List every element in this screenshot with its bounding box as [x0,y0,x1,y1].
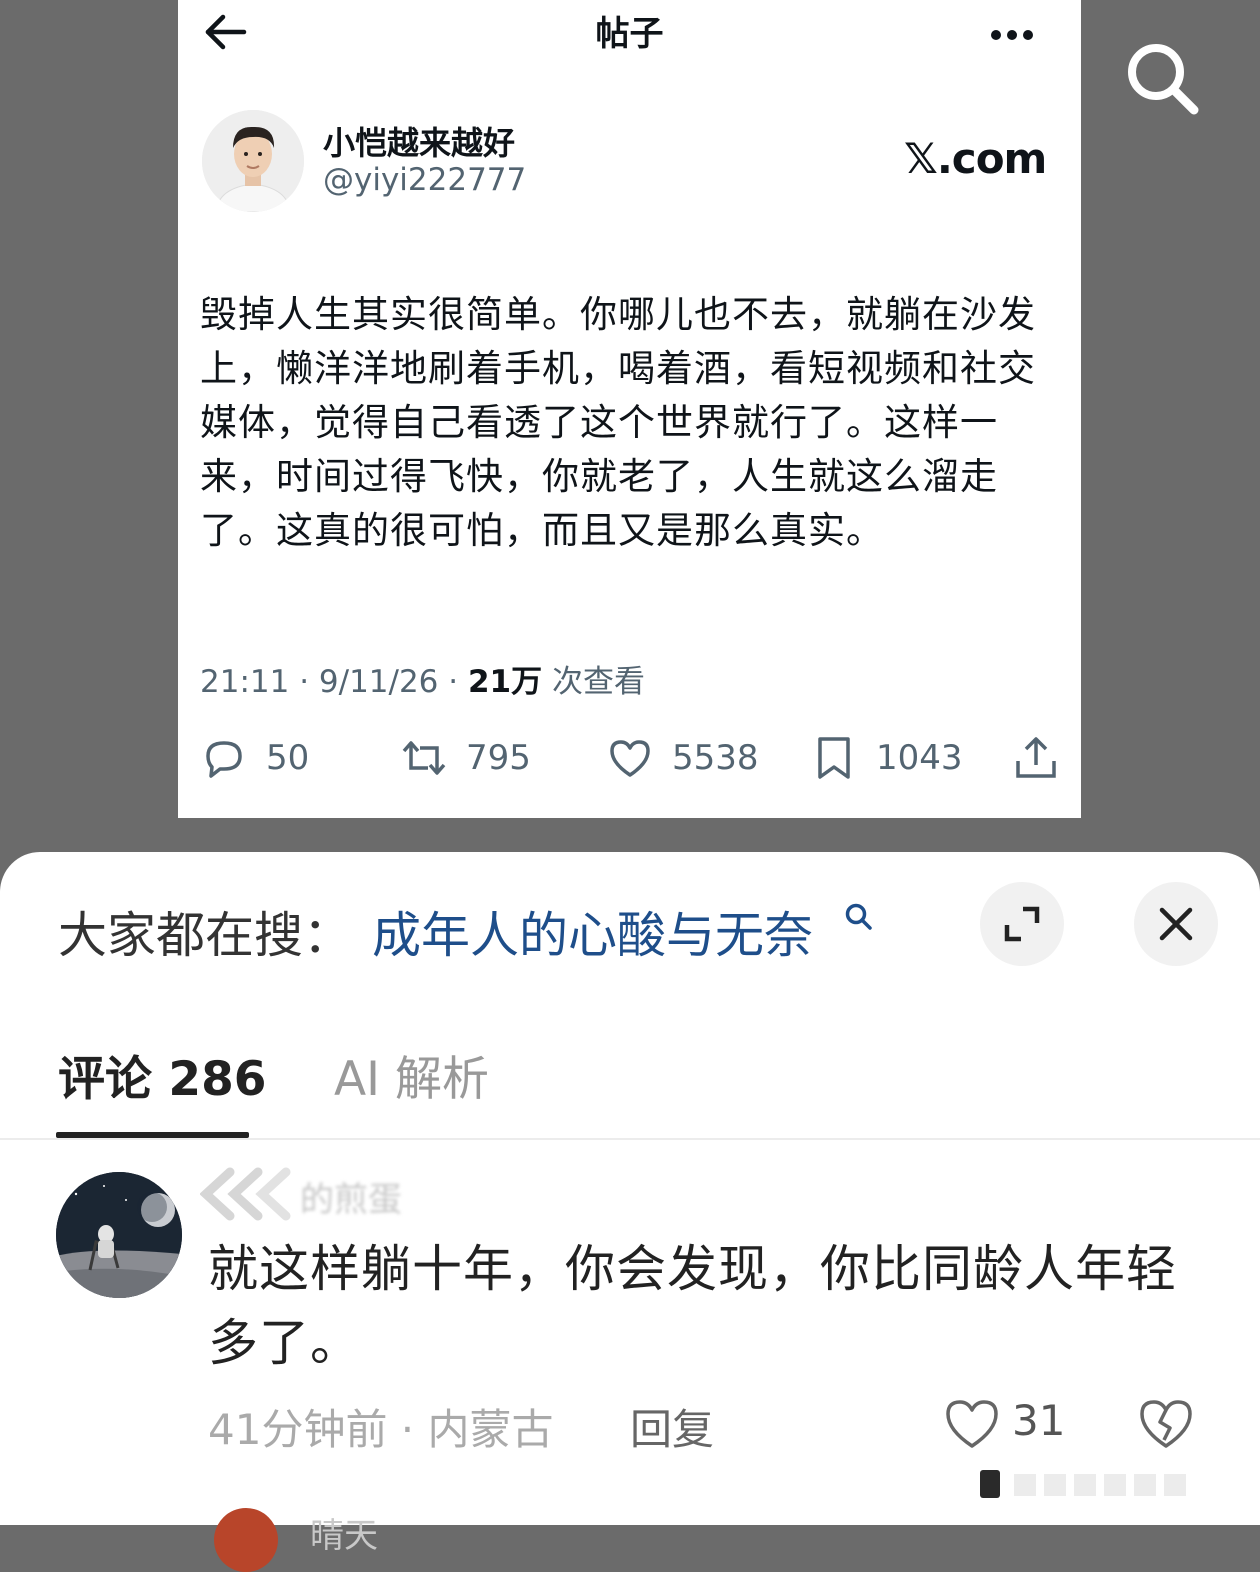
share-button[interactable] [1012,732,1078,784]
bookmark-button[interactable]: 1043 [810,732,963,784]
repost-count: 795 [466,738,531,778]
reply-icon [206,741,242,778]
repost-icon [402,741,446,775]
post-card: 帖子 小恺越来越好 @yiyi222777 𝕏.com 毁掉人生其实很简单。你哪… [178,0,1081,818]
hot-search-link[interactable]: 成年人的心酸与无奈 [372,896,813,967]
reply-button[interactable]: 50 [200,732,309,784]
close-button[interactable] [1134,882,1218,966]
bookmark-count: 1043 [876,738,963,778]
watermark [980,1468,1220,1502]
post-header-title: 帖子 [595,14,664,54]
tab-ai-analysis[interactable]: AI 解析 [334,1040,489,1109]
bookmark-icon [818,737,850,779]
broken-heart-icon[interactable] [1138,1396,1194,1452]
comments-sheet: 大家都在搜： 成年人的心酸与无奈 评论 286 AI 解析 的煎蛋 就这样躺十年… [0,852,1260,1572]
commenter-avatar[interactable] [56,1172,182,1298]
hot-search-label: 大家都在搜： [58,907,353,964]
search-icon[interactable] [1120,36,1204,120]
comment-meta: 41分钟前 · 内蒙古 [208,1405,554,1454]
commenter-name[interactable]: 的煎蛋 [300,1172,402,1221]
heart-outline-icon[interactable] [944,1396,1000,1452]
post-time: 21:11 · 9/11/26 · [200,664,468,700]
next-commenter-name[interactable]: 晴天 [310,1508,378,1557]
comment-like-count: 31 [1012,1396,1066,1445]
views-label: 次查看 [542,664,645,700]
repost-button[interactable]: 795 [400,732,531,784]
search-icon [842,900,876,934]
views-count: 21万 [467,664,543,700]
post-body: 毁掉人生其实很简单。你哪儿也不去，就躺在沙发上，懒洋洋地刷着手机，喝着酒，看短视… [200,293,1036,552]
comment-text: 就这样躺十年，你会发现，你比同龄人年轻多了。 [208,1240,1177,1372]
next-commenter-avatar[interactable] [214,1508,278,1572]
author-name[interactable]: 小恺越来越好 [323,118,515,164]
heart-icon [610,740,650,777]
divider [0,1138,1260,1140]
author-avatar[interactable] [202,110,304,212]
close-icon [1159,907,1193,941]
reply-link[interactable]: 回复 [630,1396,714,1457]
like-count: 5538 [672,738,759,778]
expand-icon [1004,906,1040,942]
tab-comments[interactable]: 评论 286 [58,1040,266,1109]
author-handle[interactable]: @yiyi222777 [323,162,526,198]
like-button[interactable]: 5538 [606,732,759,784]
reply-count: 50 [266,738,310,778]
source-label: 𝕏.com [904,134,1047,183]
post-meta: 21:11 · 9/11/26 · 21万 次查看 [200,656,645,701]
expand-button[interactable] [980,882,1064,966]
more-icon[interactable] [990,26,1034,40]
share-icon [1016,737,1056,778]
